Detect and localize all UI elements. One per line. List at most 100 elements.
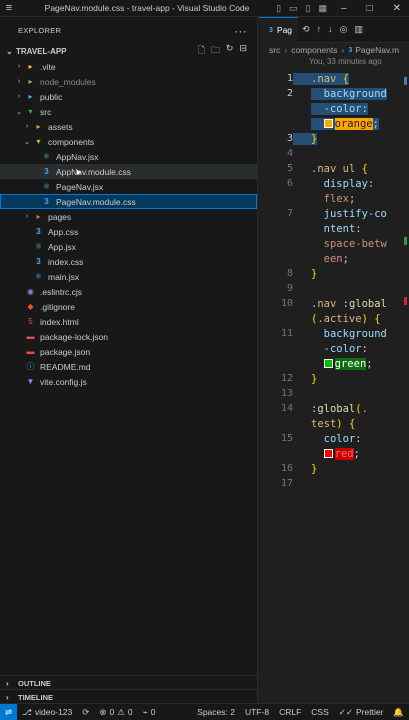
line-number: 17: [280, 478, 293, 489]
tree-file[interactable]: 3 index.css: [0, 254, 257, 269]
code-editor[interactable]: 1 .nav { 2 background -color: orange; 3} …: [259, 71, 409, 491]
tree-folder[interactable]: › ▸ pages: [0, 209, 257, 224]
tree-item-label: main.jsx: [48, 271, 80, 282]
git-branch[interactable]: ⎇ video-123: [17, 707, 77, 718]
next-change-icon[interactable]: ↓: [328, 24, 333, 35]
new-file-icon[interactable]: 🗋: [198, 43, 205, 59]
tree-item-label: vite.config.js: [40, 376, 87, 387]
problems-indicator[interactable]: ⊗ 0 ⚠ 0: [94, 707, 137, 718]
remote-indicator-icon[interactable]: ⇌: [0, 703, 18, 720]
color-swatch-green[interactable]: [323, 359, 333, 368]
tree-folder[interactable]: ⌄ ▾ components: [0, 134, 257, 149]
tree-folder[interactable]: › ▸ public: [0, 89, 257, 104]
tree-folder[interactable]: ⌄ ▾ src: [0, 104, 257, 119]
tree-item-label: .vite: [40, 61, 56, 72]
tree-file[interactable]: ⚛ App.jsx: [0, 239, 257, 254]
tree-file[interactable]: ◆ .gitignore: [0, 299, 257, 314]
more-actions-icon[interactable]: ···: [234, 24, 247, 38]
json-icon: ▬: [26, 347, 35, 356]
line-number: 9: [286, 283, 293, 294]
split-editor-icon[interactable]: ▥: [354, 24, 363, 35]
menu-icon[interactable]: ≡: [0, 2, 18, 14]
language-mode[interactable]: CSS: [306, 707, 333, 717]
tree-item-label: public: [40, 91, 63, 102]
indentation-setting[interactable]: Spaces: 2: [192, 707, 240, 717]
window-controls: – □ ✕: [333, 3, 409, 14]
html-icon: 5: [28, 317, 33, 326]
collapse-all-icon[interactable]: ⊟: [239, 43, 247, 59]
pages-folder-icon: ▸: [36, 212, 41, 221]
error-icon: ⊗: [99, 706, 107, 717]
toggle-secondary-sidebar-icon[interactable]: ▯: [306, 3, 311, 14]
tree-file[interactable]: ⓘ README.md: [0, 359, 257, 374]
tree-file[interactable]: ▬ package-lock.json: [0, 329, 257, 344]
chevron-right-icon: ›: [6, 678, 9, 688]
color-swatch-red[interactable]: [323, 449, 333, 458]
tree-file[interactable]: ⚛ PageNav.jsx: [0, 179, 257, 194]
tree-item-label: pages: [48, 211, 72, 222]
code-line-2-wrap: -color:: [259, 101, 409, 116]
tree-file[interactable]: ▬ package.json: [0, 344, 257, 359]
tree-folder[interactable]: › ▸ assets: [0, 119, 257, 134]
ports-indicator[interactable]: ⌁ 0: [138, 707, 161, 718]
toggle-panel-icon[interactable]: ▭: [289, 3, 298, 14]
outline-section[interactable]: › OUTLINE: [0, 675, 258, 690]
notifications-bell-icon[interactable]: 🔔: [388, 707, 409, 718]
tree-folder[interactable]: › ▸ .vite: [0, 59, 257, 74]
new-folder-icon[interactable]: 🗀: [211, 43, 220, 59]
color-swatch-orange[interactable]: [323, 119, 333, 128]
line-number: 11: [280, 328, 293, 339]
sync-icon[interactable]: ⟳: [77, 707, 94, 718]
code-line-11: 11 background: [259, 326, 409, 341]
breadcrumb-src[interactable]: src: [269, 45, 280, 55]
tree-folder[interactable]: › ▸ node_modules: [0, 74, 257, 89]
workspace-folder[interactable]: ⌄ TRAVEL-APP 🗋 🗀 ↻ ⊟: [0, 43, 257, 59]
code-line-10: 10 .nav :global: [259, 296, 409, 311]
code-line-2: 2 background: [259, 86, 409, 101]
chevron-right-icon: ›: [17, 93, 21, 100]
code-line-7-wrap2: space-betw: [323, 237, 387, 250]
line-number: 15: [280, 433, 293, 444]
blame-codelens[interactable]: You, 33 minutes ago: [259, 57, 409, 71]
chevron-right-icon: ›: [17, 63, 21, 70]
git-compare-icon[interactable]: ⟲: [302, 24, 310, 35]
tree-file[interactable]: 3 PageNav.module.css: [0, 194, 257, 209]
code-line-6: 6 display:: [259, 176, 409, 191]
tree-file[interactable]: ◉ .eslintrc.cjs: [0, 284, 257, 299]
overview-ruler[interactable]: [401, 57, 409, 697]
customize-layout-icon[interactable]: ▦: [318, 3, 327, 14]
timeline-section[interactable]: › TIMELINE: [0, 689, 258, 704]
toggle-blame-icon[interactable]: ◎: [340, 24, 348, 35]
tree-file[interactable]: ▼ vite.config.js: [0, 374, 257, 389]
eol-setting[interactable]: CRLF: [274, 707, 306, 717]
minimize-icon[interactable]: –: [341, 3, 347, 14]
code-line-7-wrap: ntent:: [323, 222, 362, 235]
code-line-4: 4: [259, 146, 409, 161]
breadcrumb-file[interactable]: PageNav.m: [355, 45, 399, 55]
close-icon[interactable]: ✕: [393, 3, 401, 14]
breadcrumb-components[interactable]: components: [291, 45, 337, 55]
line-number: 7: [286, 208, 293, 219]
chevron-down-icon: ⌄: [6, 46, 13, 56]
tree-item-label: PageNav.jsx: [56, 181, 104, 192]
line-number: 12: [280, 373, 293, 384]
previous-change-icon[interactable]: ↑: [317, 24, 322, 35]
tree-file[interactable]: ⚛ AppNav.jsx: [0, 149, 257, 164]
eslint-icon: ◉: [27, 287, 34, 296]
tree-file[interactable]: 3 App.css: [0, 224, 257, 239]
maximize-icon[interactable]: □: [367, 3, 373, 14]
editor-tabs: 3 Pag ⟲ ↑ ↓ ◎ ▥: [259, 17, 409, 43]
window-title: PageNav.module.css - travel-app - Visual…: [44, 3, 250, 13]
tab-pagenav-module-css[interactable]: 3 Pag: [259, 17, 299, 43]
chevron-down-icon: ⌄: [24, 138, 30, 146]
tree-file[interactable]: ⚛ main.jsx: [0, 269, 257, 284]
tree-file[interactable]: 3 AppNav.module.css ▲: [0, 164, 257, 179]
encoding-setting[interactable]: UTF-8: [240, 707, 274, 717]
tree-file[interactable]: 5 index.html: [0, 314, 257, 329]
tree-item-label: README.md: [40, 361, 91, 372]
toggle-sidebar-icon[interactable]: ▯: [276, 3, 281, 14]
code-line-8: 8}: [259, 266, 409, 281]
refresh-icon[interactable]: ↻: [226, 43, 234, 59]
branch-name: video-123: [34, 707, 73, 717]
prettier-status[interactable]: ✓✓ Prettier: [334, 707, 389, 718]
